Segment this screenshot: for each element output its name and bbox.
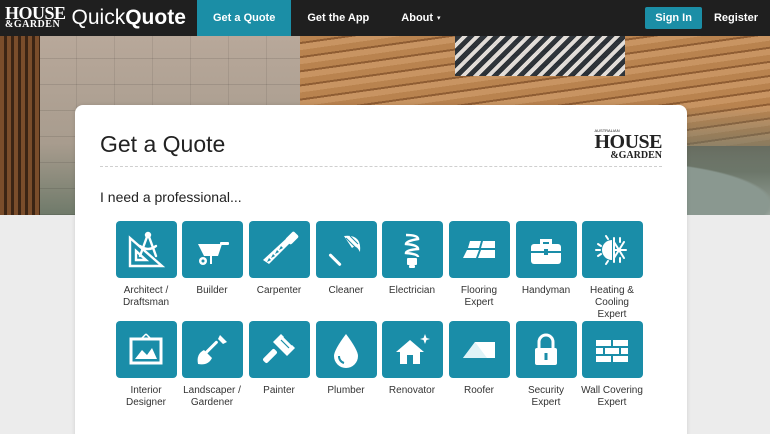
feather-duster-icon	[315, 221, 377, 278]
profession-tile-cleaner[interactable]: Cleaner	[315, 221, 377, 321]
profession-tile-painter[interactable]: Painter	[248, 321, 310, 421]
profession-tile-electrician[interactable]: Electrician	[381, 221, 443, 321]
shovel-icon	[181, 321, 243, 378]
saw-icon	[248, 221, 310, 278]
tile-label: Cleaner	[328, 285, 364, 296]
tile-label: Flooring Expert	[460, 285, 498, 308]
tile-label: Interior Designer	[125, 385, 167, 408]
quote-card: Get a Quote AUSTRALIAN HOUSE &GARDEN I n…	[75, 105, 687, 434]
tile-label: Roofer	[463, 385, 494, 396]
nav-get-a-quote[interactable]: Get a Quote	[197, 0, 292, 36]
nav-get-the-app-label: Get the App	[307, 12, 370, 24]
tile-label: Renovator	[388, 385, 436, 396]
page-title: Get a Quote	[100, 131, 226, 157]
logo-quick-text: Quick	[71, 6, 126, 29]
toolbox-icon	[515, 221, 577, 278]
profession-tile-plumber[interactable]: Plumber	[315, 321, 377, 421]
roof-icon	[448, 321, 510, 378]
profession-tile-heating-cooling[interactable]: Heating & Cooling Expert	[581, 221, 643, 321]
padlock-icon	[515, 321, 577, 378]
card-logo-house-text: HOUSE	[594, 130, 662, 153]
tile-label: Security Expert	[527, 385, 565, 408]
house-garden-card-logo: AUSTRALIAN HOUSE &GARDEN	[594, 129, 662, 160]
tile-label: Builder	[196, 285, 228, 296]
profession-tile-wall-covering[interactable]: Wall Covering Expert	[581, 321, 643, 421]
profession-tile-landscaper[interactable]: Landscaper / Gardener	[181, 321, 243, 421]
tile-label: Painter	[263, 385, 295, 396]
nav-about-dropdown[interactable]: About ▾	[385, 0, 456, 36]
nav-about-label: About	[401, 12, 434, 24]
profession-tile-interior-designer[interactable]: Interior Designer	[115, 321, 177, 421]
tile-label: Heating & Cooling Expert	[590, 285, 634, 320]
profession-tile-security[interactable]: Security Expert	[515, 321, 577, 421]
house-garden-logo: HOUSE &GARDEN	[5, 4, 66, 31]
site-logo[interactable]: HOUSE &GARDEN QuickQuote	[0, 0, 197, 36]
profession-tile-flooring[interactable]: Flooring Expert	[448, 221, 510, 321]
profession-tile-renovator[interactable]: Renovator	[381, 321, 443, 421]
nav-account: Sign In Register	[645, 0, 770, 36]
section-subtitle: I need a professional...	[100, 189, 242, 205]
register-link[interactable]: Register	[714, 12, 758, 24]
picture-frame-icon	[115, 321, 177, 378]
nav-get-the-app[interactable]: Get the App	[291, 0, 385, 36]
water-drop-icon	[315, 321, 377, 378]
compass-ruler-icon	[115, 221, 177, 278]
tile-label: Electrician	[388, 285, 436, 296]
sign-in-button[interactable]: Sign In	[645, 7, 702, 29]
tile-label: Wall Covering Expert	[581, 385, 643, 408]
profession-tile-carpenter[interactable]: Carpenter	[248, 221, 310, 321]
tile-label: Architect / Draftsman	[122, 285, 170, 308]
sun-snowflake-icon	[581, 221, 643, 278]
quickquote-logo: QuickQuote	[72, 6, 186, 30]
nav-get-a-quote-label: Get a Quote	[213, 12, 276, 24]
tile-label: Plumber	[327, 385, 365, 396]
tile-label: Landscaper / Gardener	[183, 385, 241, 408]
profession-tile-architect[interactable]: Architect / Draftsman	[115, 221, 177, 321]
top-nav: HOUSE &GARDEN QuickQuote Get a Quote Get…	[0, 0, 770, 36]
lightbulb-icon	[381, 221, 443, 278]
tile-label: Handyman	[521, 285, 571, 296]
house-sparkle-icon	[381, 321, 443, 378]
hero-timber-slats	[0, 36, 40, 215]
profession-tile-handyman[interactable]: Handyman	[515, 221, 577, 321]
wheelbarrow-icon	[181, 221, 243, 278]
title-divider	[100, 166, 662, 167]
floor-tiles-icon	[448, 221, 510, 278]
paintbrush-icon	[248, 321, 310, 378]
logo-quote-text: Quote	[125, 6, 186, 29]
tile-label: Carpenter	[256, 285, 302, 296]
logo-garden-text: &GARDEN	[5, 19, 61, 31]
profession-tile-builder[interactable]: Builder	[181, 221, 243, 321]
chevron-down-icon: ▾	[437, 15, 441, 22]
hero-cushion	[455, 36, 625, 76]
bricks-icon	[581, 321, 643, 378]
profession-tile-roofer[interactable]: Roofer	[448, 321, 510, 421]
